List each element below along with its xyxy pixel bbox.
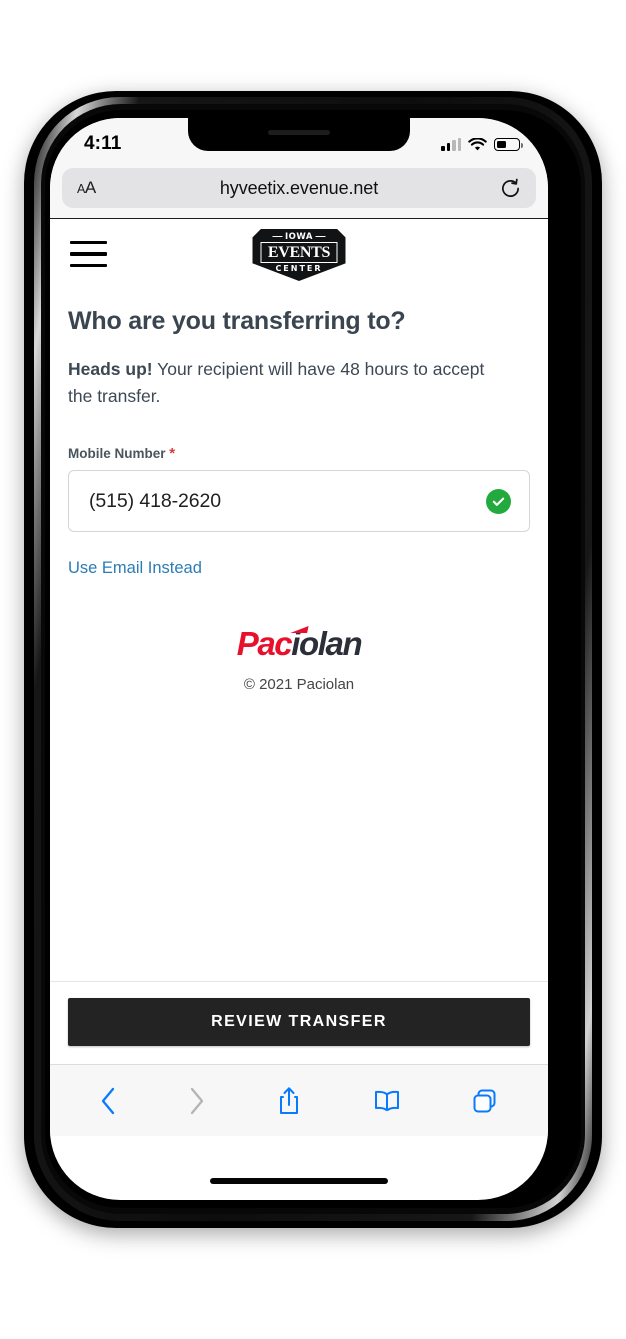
cellular-signal-icon: [441, 138, 461, 151]
wifi-icon: [468, 137, 487, 150]
notch: [188, 118, 410, 151]
status-time: 4:11: [84, 133, 122, 154]
required-asterisk: *: [169, 445, 176, 463]
page-content: Who are you transferring to? Heads up! Y…: [50, 307, 548, 693]
battery-icon: [494, 138, 523, 151]
review-transfer-button[interactable]: REVIEW TRANSFER: [68, 998, 530, 1046]
url-bar[interactable]: AA hyveetix.evenue.net: [62, 168, 536, 208]
paciolan-footer: Paciolan © 2021 Paciolan: [68, 625, 530, 693]
page-title: Who are you transferring to?: [68, 307, 406, 335]
heads-up-notice: Heads up! Your recipient will have 48 ho…: [68, 356, 498, 409]
paciolan-logo-part-1: Pac: [236, 625, 293, 663]
mobile-number-label: Mobile Number *: [68, 445, 530, 462]
heads-up-bold: Heads up!: [68, 359, 153, 379]
book-icon[interactable]: [373, 1089, 401, 1113]
mobile-number-field[interactable]: [68, 470, 530, 533]
text-size-button[interactable]: AA: [77, 178, 123, 198]
mobile-number-label-text: Mobile Number: [68, 446, 166, 462]
back-chevron-icon[interactable]: [100, 1087, 117, 1115]
forward-chevron-icon[interactable]: [188, 1087, 205, 1115]
logo-top-text: IOWA: [253, 232, 346, 242]
home-indicator: [210, 1178, 388, 1184]
earpiece-speaker: [268, 130, 330, 135]
iowa-events-center-logo[interactable]: IOWA EVENTS CENTER: [252, 229, 346, 281]
copyright-text: © 2021 Paciolan: [243, 676, 355, 694]
phone-screen: 4:11 AA hyveetix.evenue.net IOWA EVENTS …: [50, 118, 548, 1200]
paciolan-logo: Paciolan: [236, 625, 363, 663]
share-icon[interactable]: [277, 1086, 301, 1116]
tabs-icon[interactable]: [472, 1088, 498, 1114]
reload-icon[interactable]: [475, 178, 521, 199]
mobile-number-input[interactable]: [89, 489, 486, 513]
browser-toolbar: [50, 1064, 548, 1136]
status-icons: [441, 137, 523, 152]
cta-footer: REVIEW TRANSFER: [50, 981, 548, 1064]
check-circle-icon: [486, 488, 511, 514]
web-page: IOWA EVENTS CENTER Who are you transferr…: [50, 219, 548, 1064]
hamburger-menu-icon[interactable]: [70, 240, 107, 268]
url-text[interactable]: hyveetix.evenue.net: [123, 178, 475, 199]
site-header: IOWA EVENTS CENTER: [50, 219, 548, 289]
logo-bottom-text: CENTER: [275, 264, 323, 273]
use-email-instead-link[interactable]: Use Email Instead: [68, 559, 202, 578]
browser-chrome: AA hyveetix.evenue.net: [50, 168, 548, 219]
logo-middle-text: EVENTS: [260, 242, 338, 263]
